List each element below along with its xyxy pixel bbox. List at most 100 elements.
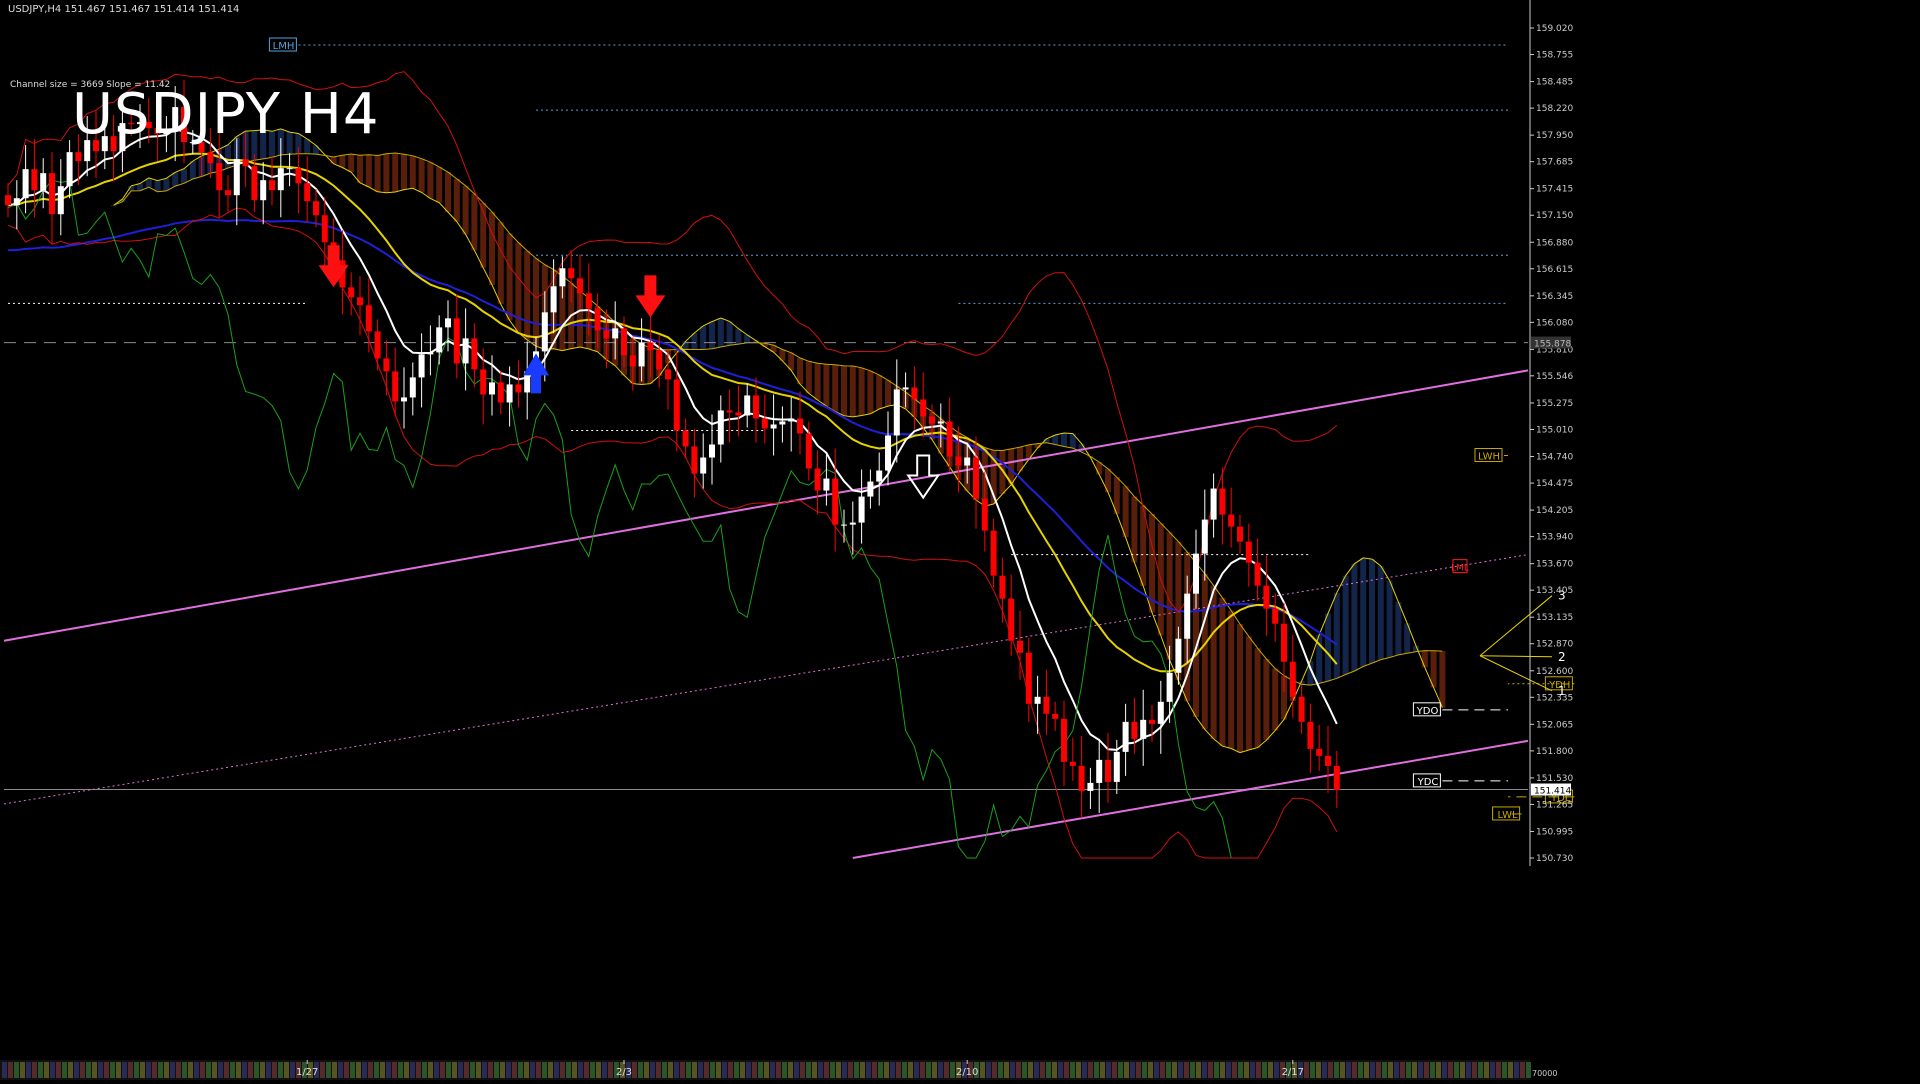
time-strip-cell xyxy=(1238,1062,1243,1078)
time-strip-cell xyxy=(1082,1062,1087,1078)
time-strip-cell xyxy=(764,1062,769,1078)
time-strip-cell xyxy=(116,1062,121,1078)
time-strip-cell xyxy=(266,1062,271,1078)
time-strip-cell xyxy=(236,1062,241,1078)
candle-body xyxy=(726,410,733,413)
time-strip-cell xyxy=(1406,1062,1411,1078)
time-strip-cell xyxy=(710,1062,715,1078)
time-strip-cell xyxy=(1124,1062,1129,1078)
time-strip-cell xyxy=(854,1062,859,1078)
time-strip-cell xyxy=(1460,1062,1465,1078)
candle-body xyxy=(709,444,715,458)
candle-body xyxy=(445,318,451,328)
time-strip-cell xyxy=(860,1062,865,1078)
time-strip-cell xyxy=(62,1062,67,1078)
price-tick-label: 151.800 xyxy=(1536,747,1573,757)
cloud-segment xyxy=(489,211,495,285)
candle-body xyxy=(779,421,786,425)
time-strip-cell xyxy=(632,1062,637,1078)
time-strip-cell xyxy=(404,1062,409,1078)
time-strip-cell xyxy=(1214,1062,1219,1078)
price-tick-label: 153.940 xyxy=(1536,533,1573,543)
time-strip-cell xyxy=(2,1062,7,1078)
time-strip-cell xyxy=(986,1062,991,1078)
time-axis[interactable]: 1/27 2/3 2/10 2/17 xyxy=(0,1060,1531,1080)
candle-body xyxy=(753,395,759,419)
time-strip-cell xyxy=(398,1062,403,1078)
price-tick-label: 156.880 xyxy=(1536,238,1573,248)
cloud-segment xyxy=(357,155,363,183)
time-strip-cell xyxy=(200,1062,205,1078)
candle-body xyxy=(277,168,284,191)
time-strip-cell xyxy=(470,1062,475,1078)
time-strip-cell xyxy=(194,1062,199,1078)
time-strip-cell xyxy=(326,1062,331,1078)
time-strip-cell xyxy=(1322,1062,1327,1078)
time-strip-cell xyxy=(932,1062,937,1078)
candle-body xyxy=(1325,755,1331,766)
candle-body xyxy=(550,286,557,313)
time-strip-cell xyxy=(98,1062,103,1078)
candle-body xyxy=(5,195,11,206)
time-strip-cell xyxy=(1118,1062,1123,1078)
candle-body xyxy=(462,338,469,364)
time-strip-cell xyxy=(644,1062,649,1078)
candle-body xyxy=(1122,721,1129,752)
time-strip-cell xyxy=(1328,1062,1333,1078)
cloud-segment xyxy=(339,155,346,168)
time-strip-cell xyxy=(716,1062,721,1078)
time-strip-cell xyxy=(1106,1062,1111,1078)
time-strip-cell xyxy=(350,1062,355,1078)
candle-body xyxy=(1263,585,1270,609)
time-strip-cell xyxy=(1100,1062,1105,1078)
candle-body xyxy=(656,350,663,370)
time-strip-cell xyxy=(374,1062,379,1078)
candle-body xyxy=(1034,696,1041,704)
cloud-segment xyxy=(392,153,399,192)
candle-body xyxy=(1149,719,1155,724)
time-strip-cell xyxy=(500,1062,505,1078)
candle-body xyxy=(1078,765,1085,791)
cloud-segment xyxy=(497,222,504,305)
time-strip-cell xyxy=(128,1062,133,1078)
time-strip-cell xyxy=(1004,1062,1009,1078)
time-strip-cell xyxy=(134,1062,139,1078)
candle-body xyxy=(603,330,610,339)
level-box-label: LML xyxy=(1451,564,1469,574)
time-strip-cell xyxy=(1448,1062,1453,1078)
time-strip-cell xyxy=(8,1062,13,1078)
time-strip-cell xyxy=(26,1062,31,1078)
time-strip-cell xyxy=(950,1062,955,1078)
chart-big-title: USDJPY H4 xyxy=(72,82,380,147)
candle-body xyxy=(885,435,891,471)
time-strip-cell xyxy=(740,1062,745,1078)
time-strip-cell xyxy=(1094,1062,1099,1078)
time-strip-cell xyxy=(674,1062,679,1078)
time-strip-cell xyxy=(800,1062,805,1078)
candle-body xyxy=(22,169,29,199)
time-strip-cell xyxy=(1034,1062,1039,1078)
time-strip-cell xyxy=(1304,1062,1309,1078)
cloud-segment xyxy=(1369,559,1375,664)
time-strip-cell xyxy=(1484,1062,1489,1078)
candle-body xyxy=(374,331,381,359)
cloud-segment xyxy=(849,366,856,417)
time-strip-cell xyxy=(1232,1062,1237,1078)
time-strip-cell xyxy=(1274,1062,1279,1078)
time-strip-cell xyxy=(1496,1062,1501,1078)
time-strip-cell xyxy=(602,1062,607,1078)
candle-body xyxy=(304,183,311,202)
time-strip-cell xyxy=(578,1062,583,1078)
time-strip-cell xyxy=(1058,1062,1063,1078)
price-tick-label: 155.275 xyxy=(1536,399,1573,409)
candle-body xyxy=(75,152,82,162)
time-strip-cell xyxy=(656,1062,661,1078)
time-strip-cell xyxy=(1340,1062,1345,1078)
candle-body xyxy=(1008,598,1015,641)
time-strip-cell xyxy=(464,1062,469,1078)
time-strip-cell xyxy=(446,1062,451,1078)
time-strip-cell xyxy=(440,1062,445,1078)
time-strip-cell xyxy=(488,1062,493,1078)
candle-body xyxy=(568,268,575,279)
time-strip-cell xyxy=(1502,1062,1507,1078)
